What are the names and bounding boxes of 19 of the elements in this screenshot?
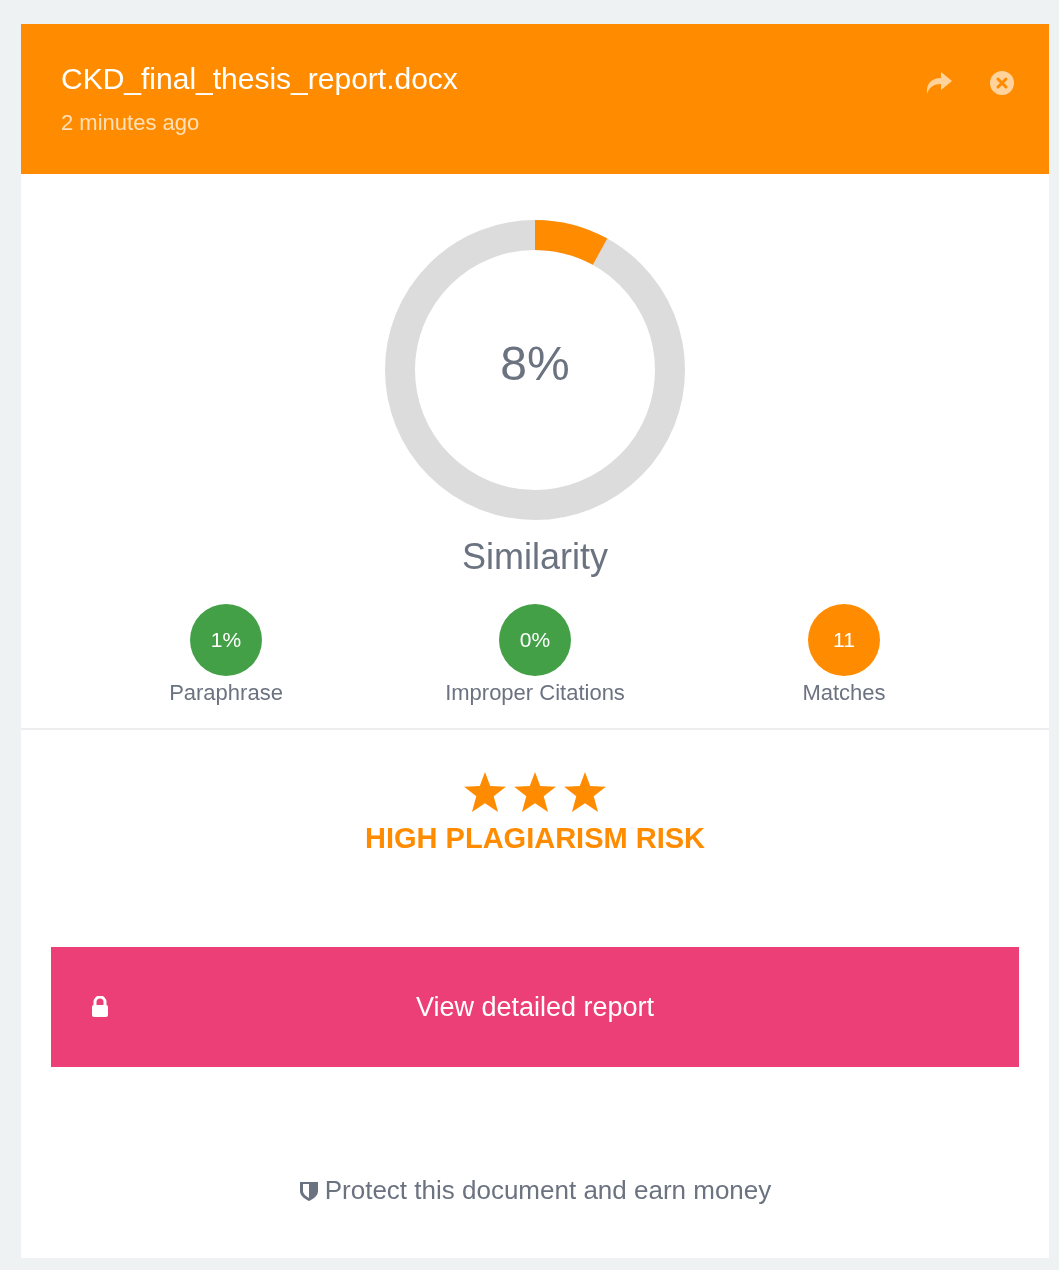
close-icon[interactable] xyxy=(989,70,1015,96)
star-icon xyxy=(564,772,606,812)
document-title: CKD_final_thesis_report.docx xyxy=(61,62,458,96)
star-icon xyxy=(464,772,506,812)
stat-label: Paraphrase xyxy=(169,680,283,706)
star-icon xyxy=(514,772,556,812)
view-report-button[interactable]: View detailed report xyxy=(51,947,1019,1067)
timestamp: 2 minutes ago xyxy=(61,110,201,136)
similarity-percent: 8% xyxy=(499,336,571,391)
similarity-label: Similarity xyxy=(462,536,608,578)
lock-icon xyxy=(91,996,109,1018)
protect-link[interactable]: Protect this document and earn money xyxy=(324,1175,772,1206)
shield-icon xyxy=(298,1179,319,1202)
stat-value: 0% xyxy=(499,604,571,676)
stat-label: Matches xyxy=(802,680,886,706)
risk-label: HIGH PLAGIARISM RISK xyxy=(365,822,705,855)
stat-value: 1% xyxy=(190,604,262,676)
stat-label: Improper Citations xyxy=(445,680,625,706)
stat-value: 11 xyxy=(808,604,880,676)
